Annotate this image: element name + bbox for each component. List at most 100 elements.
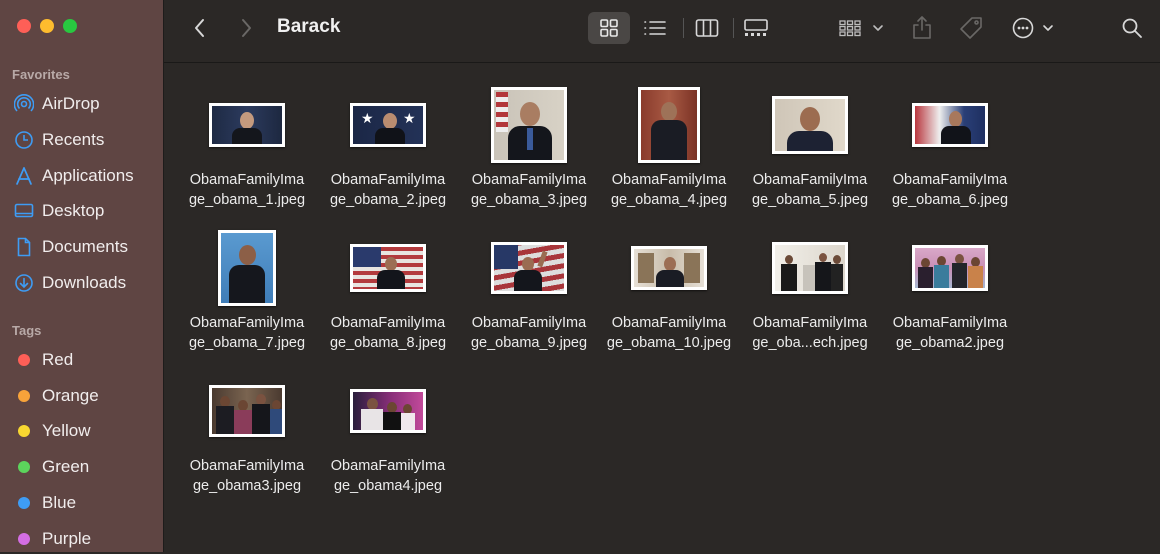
toolbar-divider — [683, 18, 684, 38]
file-thumbnail — [350, 389, 426, 433]
ellipsis-icon — [1012, 17, 1053, 39]
search-button[interactable] — [1120, 16, 1144, 40]
icon-view-icon — [600, 19, 618, 37]
search-icon — [1122, 18, 1142, 38]
tag-label: Yellow — [42, 421, 91, 440]
file-item[interactable]: ObamaFamilyIma ge_obama4.jpeg — [318, 349, 458, 494]
file-name: ObamaFamilyIma ge_obama3.jpeg — [189, 458, 305, 494]
file-item[interactable]: ObamaFamilyIma ge_obama_5.jpeg — [740, 63, 880, 208]
sidebar-item-desktop[interactable]: Desktop — [14, 196, 159, 226]
file-thumbnail — [912, 103, 988, 147]
favorites-heading: Favorites — [12, 67, 70, 82]
more-actions-button[interactable] — [1011, 14, 1057, 42]
tag-color-dot — [18, 425, 30, 437]
file-name: ObamaFamilyIma ge_obama_3.jpeg — [470, 172, 588, 208]
share-icon — [913, 16, 931, 39]
tag-color-dot — [18, 533, 30, 545]
file-item[interactable]: ObamaFamilyIma ge_obama_3.jpeg — [459, 63, 599, 208]
tag-item-green[interactable]: Green — [14, 452, 159, 482]
file-item[interactable]: ObamaFamilyIma ge_obama_6.jpeg — [880, 63, 1020, 208]
tag-label: Purple — [42, 529, 92, 548]
clock-icon — [14, 130, 34, 150]
list-view-icon — [644, 21, 666, 35]
sidebar-item-label: Documents — [42, 237, 128, 256]
tag-label: Orange — [42, 386, 99, 405]
sidebar-item-label: Downloads — [42, 273, 127, 292]
group-icon — [839, 20, 883, 37]
desktop-icon — [14, 201, 34, 221]
file-thumbnail — [209, 385, 285, 437]
tag-item-yellow[interactable]: Yellow — [14, 416, 159, 446]
sidebar-item-applications[interactable]: Applications — [14, 161, 159, 191]
applications-icon — [14, 166, 34, 186]
file-item[interactable]: ★ ★ ObamaFamilyIma ge_obama_2.jpeg — [318, 63, 458, 208]
file-thumbnail — [772, 96, 848, 154]
tag-item-blue[interactable]: Blue — [14, 488, 159, 518]
close-window-button[interactable] — [17, 19, 31, 33]
file-item[interactable]: ObamaFamilyIma ge_obama2.jpeg — [880, 206, 1020, 351]
chevron-right-icon — [242, 19, 251, 37]
sidebar-item-airdrop[interactable]: AirDrop — [14, 89, 159, 119]
list-view-button[interactable] — [641, 16, 669, 40]
file-name: ObamaFamilyIma ge_oba...ech.jpeg — [752, 315, 868, 351]
file-thumbnail — [491, 242, 567, 294]
file-item[interactable]: ObamaFamilyIma ge_obama_9.jpeg — [459, 206, 599, 351]
file-item[interactable]: ObamaFamilyIma ge_obama_4.jpeg — [599, 63, 739, 208]
tag-item-orange[interactable]: Orange — [14, 381, 159, 411]
file-name: ObamaFamilyIma ge_obama_7.jpeg — [188, 315, 306, 351]
download-icon — [14, 273, 34, 293]
document-icon — [14, 237, 34, 257]
file-item[interactable]: ObamaFamilyIma ge_obama_1.jpeg — [177, 63, 317, 208]
file-thumbnail — [491, 87, 567, 163]
tag-color-dot — [18, 354, 30, 366]
share-button[interactable] — [910, 14, 934, 42]
sidebar-item-label: Recents — [42, 130, 105, 149]
back-button[interactable] — [188, 16, 212, 40]
tag-color-dot — [18, 497, 30, 509]
file-thumbnail — [209, 103, 285, 147]
file-item[interactable]: ObamaFamilyIma ge_obama_10.jpeg — [599, 206, 739, 351]
toolbar: Barack — [164, 0, 1160, 63]
file-item[interactable]: ObamaFamilyIma ge_obama3.jpeg — [177, 349, 317, 494]
window-title: Barack — [277, 16, 341, 37]
file-name: ObamaFamilyIma ge_obama4.jpeg — [330, 458, 446, 494]
column-view-button[interactable] — [693, 16, 721, 40]
column-view-icon — [695, 19, 719, 37]
file-name: ObamaFamilyIma ge_obama2.jpeg — [892, 315, 1008, 351]
zoom-window-button[interactable] — [63, 19, 77, 33]
file-name: ObamaFamilyIma ge_obama_1.jpeg — [188, 172, 306, 208]
file-thumbnail — [912, 245, 988, 291]
forward-button[interactable] — [234, 16, 258, 40]
sidebar-item-label: Applications — [42, 166, 134, 185]
file-thumbnail — [772, 242, 848, 294]
airdrop-icon — [14, 94, 34, 114]
tag-icon — [960, 17, 982, 39]
window-controls — [17, 19, 77, 33]
file-item[interactable]: ObamaFamilyIma ge_oba...ech.jpeg — [740, 206, 880, 351]
file-thumbnail: ★ ★ — [350, 103, 426, 147]
tag-item-red[interactable]: Red — [14, 345, 159, 375]
minimize-window-button[interactable] — [40, 19, 54, 33]
file-item[interactable]: ObamaFamilyIma ge_obama_8.jpeg — [318, 206, 458, 351]
tag-item-purple[interactable]: Purple — [14, 524, 159, 554]
gallery-view-button[interactable] — [741, 16, 771, 40]
sidebar: Favorites AirDrop Recents Applications D… — [0, 0, 164, 552]
tag-label: Green — [42, 457, 90, 476]
file-name: ObamaFamilyIma ge_obama_8.jpeg — [329, 315, 447, 351]
file-name: ObamaFamilyIma ge_obama_4.jpeg — [610, 172, 728, 208]
file-item[interactable]: ObamaFamilyIma ge_obama_7.jpeg — [177, 206, 317, 351]
tags-heading: Tags — [12, 323, 42, 338]
file-thumbnail — [218, 230, 276, 306]
toolbar-divider — [733, 18, 734, 38]
tag-label: Blue — [42, 493, 77, 512]
sidebar-item-label: Desktop — [42, 201, 105, 220]
tag-button[interactable] — [957, 14, 985, 42]
sidebar-item-documents[interactable]: Documents — [14, 232, 159, 262]
tag-color-dot — [18, 390, 30, 402]
icon-view-button[interactable] — [595, 16, 623, 40]
group-button[interactable] — [838, 16, 886, 40]
sidebar-item-recents[interactable]: Recents — [14, 125, 159, 155]
file-name: ObamaFamilyIma ge_obama_10.jpeg — [606, 315, 732, 351]
sidebar-item-downloads[interactable]: Downloads — [14, 268, 159, 298]
file-name: ObamaFamilyIma ge_obama_6.jpeg — [891, 172, 1009, 208]
